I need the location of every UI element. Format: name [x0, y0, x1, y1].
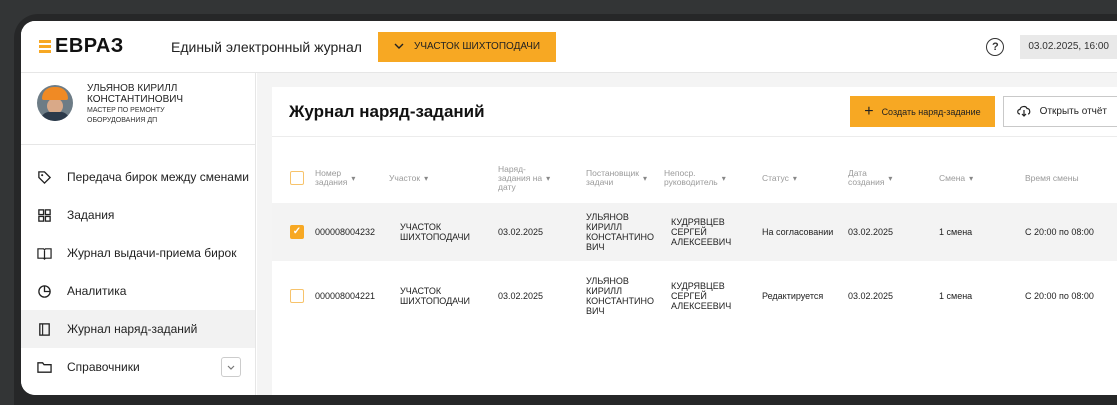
column-header-creator[interactable]: Постановщик задачи ▾	[586, 153, 647, 203]
sidebar-item-label: Передача бирок между сменами	[67, 170, 249, 184]
table-row[interactable]: ✓ 000008004232 УЧАСТОК ШИХТОПОДАЧИ 03.02.…	[272, 203, 1117, 261]
sidebar-item-tag-journal[interactable]: Журнал выдачи-приема бирок	[21, 234, 255, 272]
help-icon[interactable]: ?	[986, 37, 1005, 56]
tag-icon	[37, 170, 52, 185]
column-header-status[interactable]: Статус ▾	[762, 153, 797, 203]
select-all-checkbox[interactable]	[290, 153, 304, 203]
row-shift-time: С 20:00 по 08:00	[1025, 227, 1094, 237]
row-checkbox[interactable]	[290, 267, 304, 325]
grid-icon	[37, 208, 52, 223]
area-select-button[interactable]: УЧАСТОК ШИХТОПОДАЧИ	[377, 31, 557, 62]
clipboard-icon	[37, 322, 52, 337]
open-report-button[interactable]: Открыть отчёт	[1002, 96, 1117, 127]
row-created: 03.02.2025	[848, 227, 894, 237]
row-manager: КУДРЯВЦЕВ СЕРГЕЙ АЛЕКСЕЕВИЧ	[671, 281, 732, 311]
datetime-display: 03.02.2025, 16:00	[1020, 34, 1117, 59]
row-manager: КУДРЯВЦЕВ СЕРГЕЙ АЛЕКСЕЕВИЧ	[671, 217, 732, 247]
create-button-label: Создать наряд-задание	[881, 106, 981, 117]
row-date: 03.02.2025	[498, 291, 544, 301]
user-info: УЛЬЯНОВ КИРИЛЛ КОНСТАНТИНОВИЧ МАСТЕР ПО …	[87, 83, 183, 125]
cloud-download-icon	[1016, 104, 1032, 120]
sidebar-item-tag-transfer[interactable]: Передача бирок между сменами	[21, 158, 255, 196]
logo-mark-icon	[39, 40, 51, 53]
column-header-created[interactable]: Дата создания ▾	[848, 153, 892, 203]
column-header-shift[interactable]: Смена ▾	[939, 153, 973, 203]
row-creator: УЛЬЯНОВ КИРИЛЛ КОНСТАНТИНО ВИЧ	[586, 212, 655, 252]
row-shift-time: С 20:00 по 08:00	[1025, 291, 1094, 301]
sidebar: УЛЬЯНОВ КИРИЛЛ КОНСТАНТИНОВИЧ МАСТЕР ПО …	[21, 73, 256, 395]
column-header-number[interactable]: Номер задания ▾	[315, 153, 355, 203]
column-header-shift-time[interactable]: Время смены	[1025, 153, 1079, 203]
user-role-line1: МАСТЕР ПО РЕМОНТУ	[87, 107, 165, 114]
journal-panel: Журнал наряд-заданий + Создать наряд-зад…	[272, 87, 1117, 395]
folder-icon	[37, 360, 52, 375]
create-work-order-button[interactable]: + Создать наряд-задание	[850, 96, 995, 127]
row-status: Редактируется	[762, 291, 824, 301]
row-date: 03.02.2025	[498, 227, 544, 237]
column-header-manager[interactable]: Непоср. руководитель ▾	[664, 153, 726, 203]
column-header-area[interactable]: Участок ▾	[389, 153, 428, 203]
top-bar: ЕВРАЗ Единый электронный журнал УЧАСТОК …	[21, 21, 1117, 73]
work-orders-table: Номер задания ▾ Участок ▾ Наряд-задания на д…	[272, 153, 1117, 325]
sidebar-item-analytics[interactable]: Аналитика	[21, 272, 255, 310]
sidebar-item-label: Журнал выдачи-приема бирок	[67, 246, 237, 260]
row-number: 000008004232	[315, 227, 376, 237]
chevron-down-icon	[394, 41, 404, 52]
column-header-date[interactable]: Наряд-задания на дату ▾	[498, 153, 550, 203]
row-checkbox[interactable]: ✓	[290, 203, 304, 261]
table-row[interactable]: 000008004221 УЧАСТОК ШИХТОПОДАЧИ 03.02.20…	[272, 267, 1117, 325]
area-select-label: УЧАСТОК ШИХТОПОДАЧИ	[413, 41, 541, 52]
row-shift: 1 смена	[939, 227, 973, 237]
sidebar-item-work-orders[interactable]: Журнал наряд-заданий	[21, 310, 255, 348]
sidebar-item-label: Задания	[67, 208, 115, 222]
sidebar-item-label: Аналитика	[67, 284, 127, 298]
app-title: Единый электронный журнал	[171, 38, 362, 55]
sidebar-item-label: Журнал наряд-заданий	[67, 322, 198, 336]
page-title: Журнал наряд-заданий	[289, 101, 485, 121]
panel-header: Журнал наряд-заданий + Создать наряд-зад…	[272, 87, 1117, 137]
row-created: 03.02.2025	[848, 291, 894, 301]
row-area: УЧАСТОК ШИХТОПОДАЧИ	[400, 222, 470, 242]
user-name-line1: УЛЬЯНОВ КИРИЛЛ	[87, 83, 178, 94]
expand-chevron-icon[interactable]	[221, 357, 241, 377]
row-shift: 1 смена	[939, 291, 973, 301]
sidebar-item-label: Справочники	[67, 360, 140, 374]
row-number: 000008004221	[315, 291, 376, 301]
book-icon	[37, 246, 52, 261]
user-role-line2: ОБОРУДОВАНИЯ ДП	[87, 117, 158, 124]
logo[interactable]: ЕВРАЗ	[39, 35, 171, 58]
report-button-label: Открыть отчёт	[1039, 106, 1107, 117]
app-window: ЕВРАЗ Единый электронный журнал УЧАСТОК …	[21, 21, 1117, 395]
user-name-line2: КОНСТАНТИНОВИЧ	[87, 94, 184, 105]
row-status: На согласовании	[762, 227, 834, 237]
sidebar-item-tasks[interactable]: Задания	[21, 196, 255, 234]
user-profile[interactable]: УЛЬЯНОВ КИРИЛЛ КОНСТАНТИНОВИЧ МАСТЕР ПО …	[21, 73, 255, 145]
pie-chart-icon	[37, 284, 52, 299]
row-creator: УЛЬЯНОВ КИРИЛЛ КОНСТАНТИНО ВИЧ	[586, 276, 655, 316]
table-header-row: Номер задания ▾ Участок ▾ Наряд-задания на д…	[272, 153, 1117, 203]
avatar	[37, 85, 73, 121]
sidebar-item-references[interactable]: Справочники	[21, 348, 255, 386]
plus-icon: +	[864, 102, 874, 120]
logo-text: ЕВРАЗ	[55, 35, 124, 57]
row-area: УЧАСТОК ШИХТОПОДАЧИ	[400, 286, 470, 306]
main-content: Журнал наряд-заданий + Создать наряд-зад…	[257, 73, 1117, 395]
